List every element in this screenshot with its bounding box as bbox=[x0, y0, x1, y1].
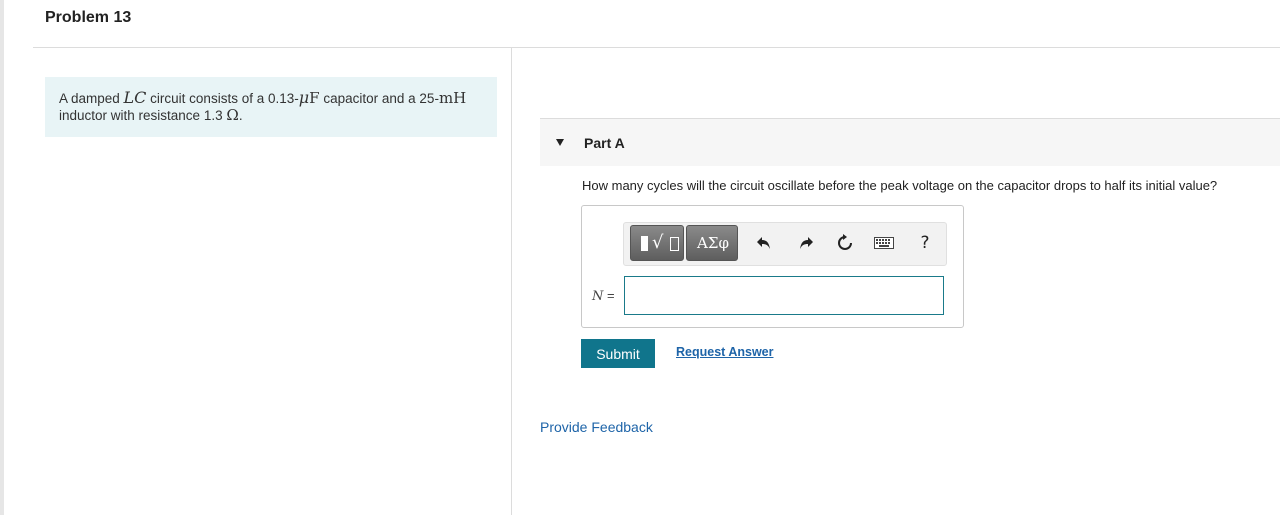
statement-text: A damped bbox=[59, 91, 124, 106]
page: Problem 13 A damped LC circuit consists … bbox=[0, 0, 1280, 515]
inductance-value: 25 bbox=[419, 91, 435, 106]
greek-symbols-button[interactable]: ΑΣφ bbox=[686, 225, 738, 261]
variable-label: N = bbox=[592, 288, 615, 304]
keyboard-icon[interactable] bbox=[873, 232, 895, 254]
header-divider bbox=[33, 47, 1280, 48]
problem-title: Problem 13 bbox=[45, 9, 132, 26]
resistance-value: 1.3 bbox=[203, 108, 223, 123]
undo-icon[interactable] bbox=[753, 232, 775, 254]
block-icon bbox=[641, 236, 648, 251]
statement-text: inductor with resistance bbox=[59, 108, 204, 123]
part-label[interactable]: Part A bbox=[584, 135, 625, 151]
statement-math-lc: LC bbox=[123, 88, 147, 107]
square-root-icon: √ bbox=[652, 232, 664, 253]
statement-text: circuit consists of a bbox=[146, 91, 268, 106]
statement-math-mu: μ bbox=[298, 88, 310, 107]
statement-math-ohm: Ω bbox=[226, 106, 239, 124]
left-edge-bar bbox=[0, 0, 4, 515]
statement-text: . bbox=[238, 108, 243, 123]
problem-statement: A damped LC circuit consists of a 0.13-μ… bbox=[45, 77, 497, 137]
statement-text: capacitor and a bbox=[319, 91, 420, 106]
request-answer-link[interactable]: Request Answer bbox=[676, 345, 773, 359]
statement-math-mh: mH bbox=[438, 89, 467, 107]
question-text: How many cycles will the circuit oscilla… bbox=[582, 178, 1218, 193]
reset-icon[interactable] bbox=[834, 232, 856, 254]
redo-icon[interactable] bbox=[795, 232, 817, 254]
templates-button[interactable]: √ bbox=[630, 225, 684, 261]
column-divider bbox=[511, 48, 512, 515]
part-a-header[interactable] bbox=[540, 119, 1280, 166]
placeholder-box-icon bbox=[670, 237, 679, 251]
variable-symbol: N bbox=[592, 289, 604, 304]
submit-button[interactable]: Submit bbox=[581, 339, 655, 368]
statement-math-farad: F bbox=[309, 89, 320, 107]
math-toolbar: √ ΑΣφ ? bbox=[623, 222, 947, 266]
equals-sign: = bbox=[603, 288, 615, 303]
help-icon[interactable]: ? bbox=[914, 232, 936, 254]
provide-feedback-link[interactable]: Provide Feedback bbox=[540, 419, 653, 435]
greek-symbols-label: ΑΣφ bbox=[697, 234, 729, 252]
collapse-triangle-icon[interactable] bbox=[556, 139, 564, 146]
capacitance-value: 0.13 bbox=[267, 91, 295, 106]
answer-input[interactable] bbox=[624, 276, 944, 315]
